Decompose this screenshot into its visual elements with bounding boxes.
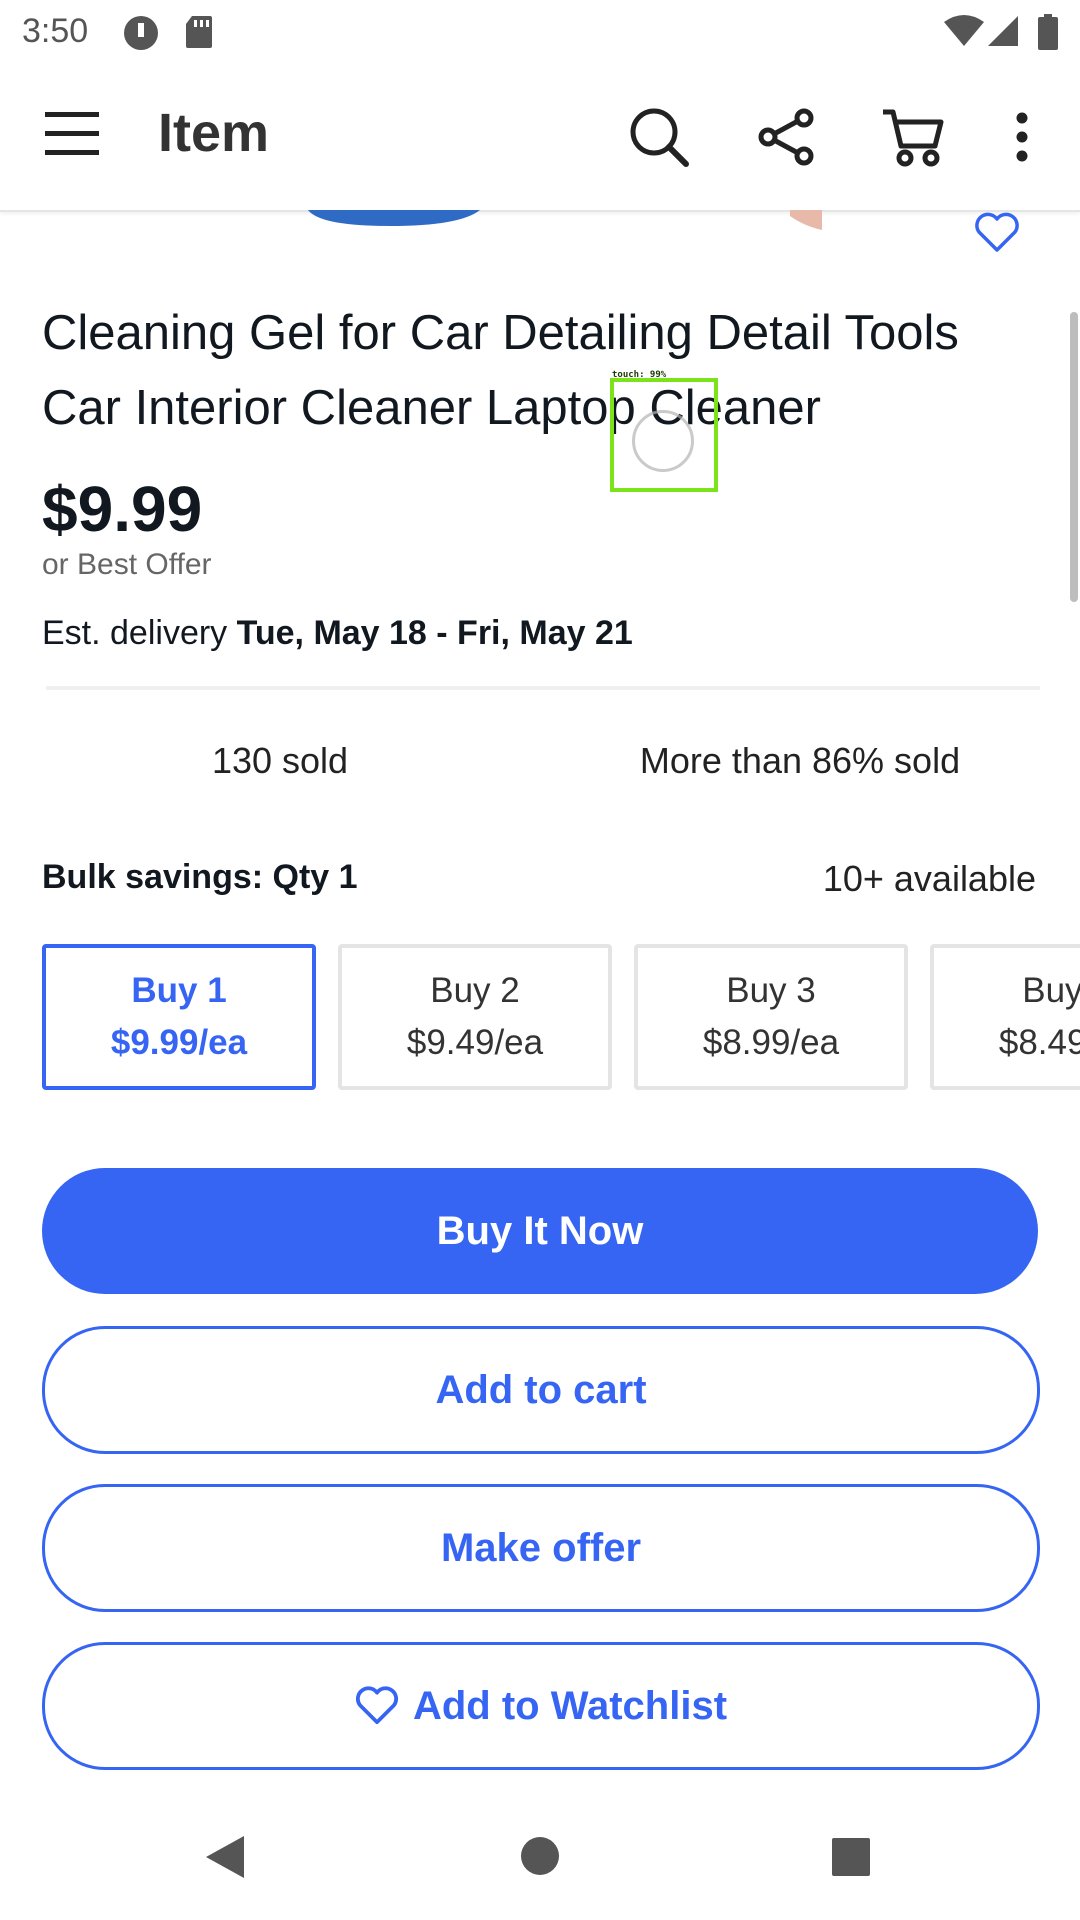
page-title: Item bbox=[158, 103, 270, 163]
tier-price: $9.49/ea bbox=[406, 1023, 544, 1062]
product-image-strip[interactable] bbox=[0, 210, 1080, 270]
recents-square-icon bbox=[832, 1838, 870, 1876]
menu-button[interactable] bbox=[42, 104, 102, 164]
touch-indicator-label: touch: 99% bbox=[612, 370, 667, 380]
back-triangle-icon bbox=[206, 1836, 244, 1878]
sd-card-icon bbox=[184, 14, 214, 55]
tier-option-1[interactable]: Buy 1 $9.99/ea bbox=[42, 944, 316, 1090]
item-price: $9.99 bbox=[42, 473, 203, 545]
delivery-dates: Tue, May 18 - Fri, May 21 bbox=[236, 614, 633, 652]
cart-icon bbox=[883, 109, 944, 167]
heart-outline-icon bbox=[355, 1686, 398, 1725]
more-options-button[interactable] bbox=[1004, 104, 1040, 170]
recents-button[interactable] bbox=[832, 1838, 870, 1881]
more-vert-icon bbox=[1016, 112, 1028, 162]
image-watchlist-heart-button[interactable] bbox=[974, 212, 1020, 258]
hamburger-icon bbox=[45, 112, 99, 155]
status-time: 3:50 bbox=[22, 12, 89, 50]
add-to-cart-label: Add to cart bbox=[435, 1367, 647, 1412]
heart-outline-icon bbox=[975, 212, 1019, 252]
wifi-icon bbox=[944, 14, 984, 53]
delivery-prefix: Est. delivery bbox=[42, 614, 237, 652]
home-circle-icon bbox=[521, 1837, 559, 1875]
bulk-tier-row: Buy 1 $9.99/ea Buy 2 $9.49/ea Buy 3 $8.9… bbox=[42, 944, 1080, 1090]
sold-count: 130 sold bbox=[211, 740, 349, 781]
touch-ripple bbox=[632, 410, 694, 472]
tier-qty: Buy 1 bbox=[131, 971, 227, 1010]
bulk-savings-label: Bulk savings: Qty 1 bbox=[42, 858, 358, 896]
tier-option-4[interactable]: Buy 4 $8.49/ea bbox=[930, 944, 1080, 1090]
buy-it-now-label: Buy It Now bbox=[436, 1208, 644, 1253]
home-button[interactable] bbox=[520, 1836, 560, 1881]
add-to-cart-button[interactable]: Add to cart bbox=[42, 1326, 1040, 1454]
scrollbar[interactable] bbox=[1070, 312, 1078, 602]
battery-icon bbox=[1038, 14, 1058, 55]
data-saver-icon bbox=[122, 14, 160, 57]
product-image-remnant bbox=[308, 210, 822, 230]
tier-price: $8.49/ea bbox=[998, 1023, 1080, 1062]
status-bar: 3:50 bbox=[0, 0, 1080, 64]
tier-qty: Buy 4 bbox=[1022, 971, 1080, 1010]
item-title: Cleaning Gel for Car Detailing Detail To… bbox=[42, 306, 959, 435]
tier-qty: Buy 2 bbox=[430, 971, 520, 1010]
add-to-watchlist-button[interactable]: Add to Watchlist bbox=[42, 1642, 1040, 1770]
sold-percent: More than 86% sold bbox=[639, 740, 961, 781]
system-nav-bar bbox=[0, 1790, 1080, 1920]
search-icon bbox=[630, 108, 689, 167]
divider bbox=[46, 686, 1040, 690]
available-quantity: 10+ available bbox=[822, 858, 1036, 899]
make-offer-button[interactable]: Make offer bbox=[42, 1484, 1040, 1612]
delivery-estimate: Est. delivery Tue, May 18 - Fri, May 21 bbox=[42, 614, 633, 653]
search-button[interactable] bbox=[626, 104, 692, 170]
app-bar: Item bbox=[0, 64, 1080, 212]
tier-qty: Buy 3 bbox=[726, 971, 816, 1010]
best-offer-label: or Best Offer bbox=[42, 548, 212, 581]
signal-icon bbox=[988, 14, 1020, 53]
share-button[interactable] bbox=[754, 104, 820, 170]
make-offer-label: Make offer bbox=[440, 1525, 642, 1570]
tier-option-3[interactable]: Buy 3 $8.99/ea bbox=[634, 944, 908, 1090]
add-to-watchlist-label: Add to Watchlist bbox=[412, 1683, 728, 1728]
back-button[interactable] bbox=[204, 1834, 246, 1885]
tier-price: $9.99/ea bbox=[110, 1023, 248, 1062]
tier-price: $8.99/ea bbox=[702, 1023, 840, 1062]
tier-option-2[interactable]: Buy 2 $9.49/ea bbox=[338, 944, 612, 1090]
share-icon bbox=[758, 108, 814, 166]
cart-button[interactable] bbox=[880, 104, 946, 170]
buy-it-now-button[interactable]: Buy It Now bbox=[42, 1168, 1038, 1294]
